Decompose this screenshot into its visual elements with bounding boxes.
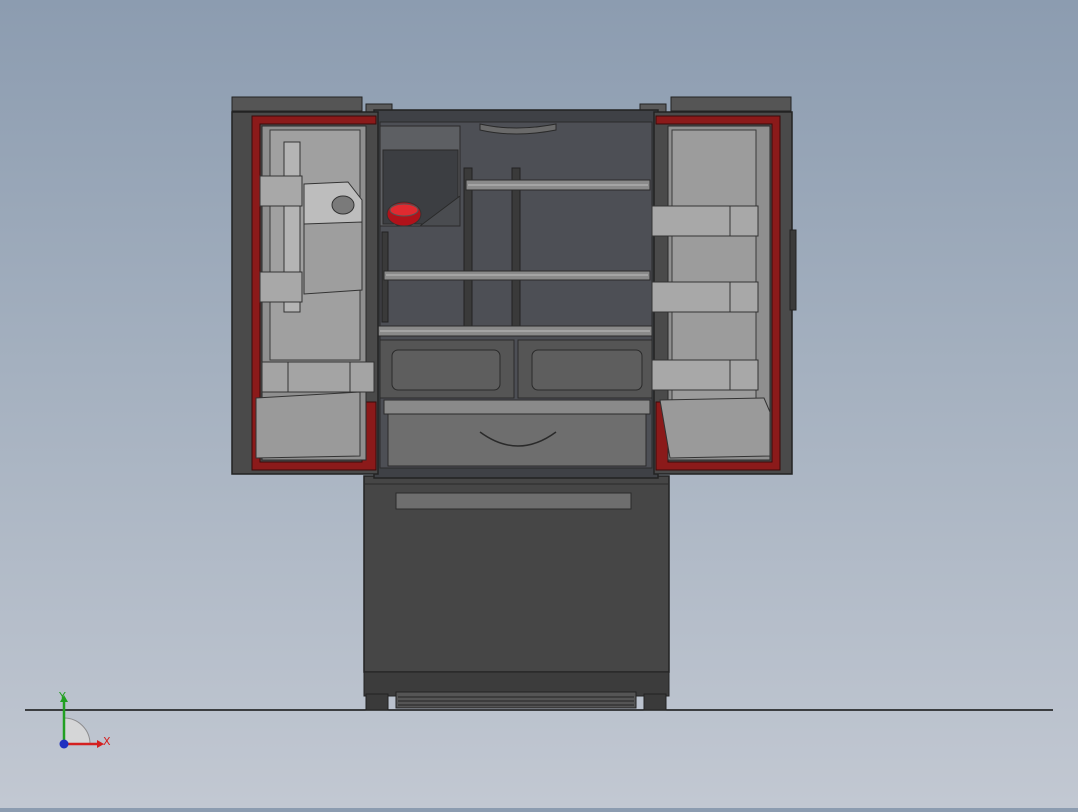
freezer-drawer[interactable] [363, 475, 670, 673]
freezer-handle [395, 492, 632, 510]
right-door-bin-1[interactable] [651, 205, 759, 237]
right-door-bin-3[interactable] [651, 359, 759, 391]
crisper-drawer-right[interactable] [517, 339, 653, 399]
triad-z-axis [59, 739, 69, 749]
right-door-bin-2[interactable] [651, 281, 759, 313]
lower-shelf[interactable] [377, 325, 653, 337]
triad-y-label: Y [58, 690, 66, 703]
water-filter-cap[interactable] [386, 201, 422, 227]
middle-shelf[interactable] [383, 270, 651, 281]
3d-viewport[interactable]: X Y [0, 0, 1078, 808]
triad-x-label: X [103, 735, 111, 748]
upper-shelf[interactable] [465, 179, 651, 191]
crisper-drawer-left[interactable] [379, 339, 515, 399]
coordinate-triad: X Y [58, 690, 111, 749]
left-door-bin-upper[interactable] [261, 361, 375, 393]
right-door-bin-4[interactable] [659, 397, 771, 459]
pantry-drawer[interactable] [383, 399, 651, 467]
model-canvas[interactable]: X Y [0, 0, 1078, 808]
left-door-bin-lower[interactable] [255, 391, 361, 459]
base-grille [363, 671, 670, 711]
